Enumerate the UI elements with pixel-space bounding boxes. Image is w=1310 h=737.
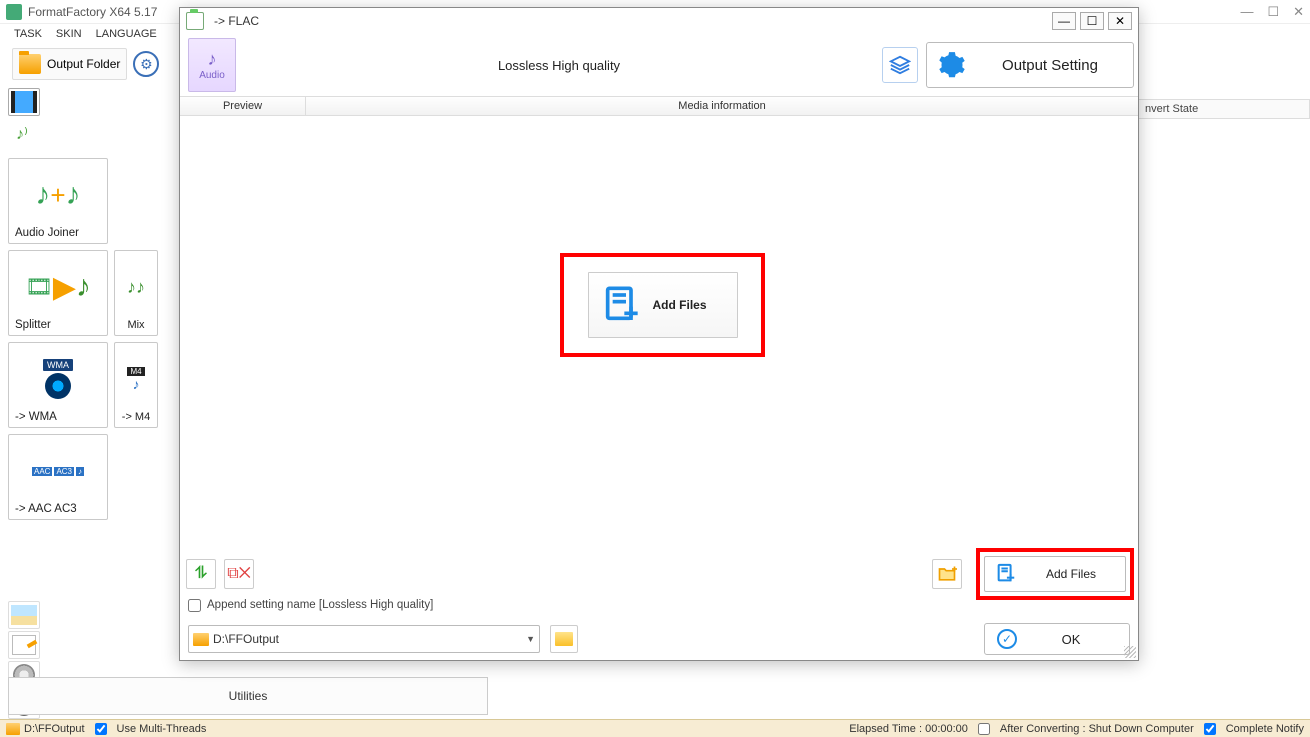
file-add-icon bbox=[601, 285, 641, 325]
m4-icon: M4♪ bbox=[127, 347, 144, 411]
status-path[interactable]: D:\FFOutput bbox=[24, 723, 85, 735]
sidebar-grid: ♪+♪ Audio Joiner 🎞▶♪ Splitter ♪♪ Mix WMA… bbox=[8, 158, 174, 520]
remove-icon: ⧉✕ bbox=[227, 565, 251, 583]
dialog-close-icon[interactable]: ✕ bbox=[1108, 12, 1132, 30]
after-converting-checkbox[interactable] bbox=[978, 723, 990, 735]
flac-dialog: -> FLAC — ☐ ✕ ♪ Audio Lossless High qual… bbox=[179, 7, 1139, 661]
folder-icon bbox=[6, 723, 20, 735]
after-converting-label: After Converting : Shut Down Computer bbox=[1000, 723, 1194, 735]
output-path-combo[interactable]: D:\FFOutput ▼ bbox=[188, 625, 540, 653]
file-add-icon bbox=[995, 563, 1017, 585]
audio-tile-label: Audio bbox=[199, 70, 225, 81]
minimize-icon[interactable]: — bbox=[1240, 4, 1253, 20]
append-setting-checkbox[interactable] bbox=[188, 599, 201, 612]
menu-task[interactable]: TASK bbox=[14, 28, 42, 40]
sidebar-item-label: -> WMA bbox=[13, 411, 57, 423]
append-setting-row: Append setting name [Lossless High quali… bbox=[180, 592, 1138, 618]
quality-label: Lossless High quality bbox=[244, 58, 874, 73]
col-preview[interactable]: Preview bbox=[180, 97, 306, 115]
browse-folder-button[interactable] bbox=[550, 625, 578, 653]
dialog-toolbar: ⥮ ⧉✕ Add Files bbox=[180, 556, 1138, 592]
audio-category-icon[interactable]: ♪⁾ bbox=[8, 120, 36, 148]
output-setting-label: Output Setting bbox=[977, 57, 1123, 74]
menu-skin[interactable]: SKIN bbox=[56, 28, 82, 40]
utilities-label: Utilities bbox=[229, 689, 268, 703]
add-files-center-button[interactable]: Add Files bbox=[588, 272, 738, 338]
multi-threads-label: Use Multi-Threads bbox=[117, 723, 207, 735]
swap-button[interactable]: ⥮ bbox=[186, 559, 216, 589]
sidebar-item-aac-ac3[interactable]: AAC AC3 ♪ -> AAC AC3 bbox=[8, 434, 108, 520]
dialog-maximize-icon[interactable]: ☐ bbox=[1080, 12, 1104, 30]
maximize-icon[interactable]: ☐ bbox=[1267, 4, 1279, 20]
left-sidebar: ♪⁾ ♪+♪ Audio Joiner 🎞▶♪ Splitter ♪♪ Mix … bbox=[0, 84, 178, 719]
output-folder-label: Output Folder bbox=[47, 57, 120, 71]
sidebar-item-splitter[interactable]: 🎞▶♪ Splitter bbox=[8, 250, 108, 336]
add-files-center-label: Add Files bbox=[653, 298, 707, 312]
dialog-header: ♪ Audio Lossless High quality Output Set… bbox=[180, 34, 1138, 96]
splitter-icon: 🎞▶♪ bbox=[25, 255, 91, 319]
menu-language[interactable]: LANGUAGE bbox=[96, 28, 157, 40]
sidebar-item-mix[interactable]: ♪♪ Mix bbox=[114, 250, 158, 336]
add-files-label: Add Files bbox=[1027, 567, 1115, 581]
add-files-highlight: Add Files bbox=[560, 253, 765, 357]
complete-notify-label: Complete Notify bbox=[1226, 723, 1304, 735]
dialog-body: Add Files bbox=[180, 116, 1138, 556]
category-row bbox=[8, 88, 174, 116]
ok-label: OK bbox=[1025, 632, 1117, 647]
output-setting-button[interactable]: Output Setting bbox=[926, 42, 1134, 88]
output-path-text: D:\FFOutput bbox=[213, 632, 522, 646]
convert-state-label: nvert State bbox=[1145, 103, 1198, 115]
sidebar-item-label: Audio Joiner bbox=[13, 227, 79, 239]
close-icon[interactable]: ✕ bbox=[1293, 4, 1304, 20]
complete-notify-checkbox[interactable] bbox=[1204, 723, 1216, 735]
resize-grip-icon[interactable] bbox=[1124, 646, 1136, 658]
folder-icon bbox=[555, 632, 573, 646]
sidebar-item-label: Splitter bbox=[13, 319, 51, 331]
dialog-title: -> FLAC bbox=[210, 14, 1046, 28]
document-category-icon[interactable] bbox=[8, 631, 40, 659]
add-files-button[interactable]: Add Files bbox=[984, 556, 1126, 592]
convert-state-column: nvert State bbox=[1138, 99, 1310, 119]
sidebar-item-label: -> AAC AC3 bbox=[13, 503, 77, 515]
video-category-icon[interactable] bbox=[8, 88, 40, 116]
dialog-titlebar: -> FLAC — ☐ ✕ bbox=[180, 8, 1138, 34]
joiner-icon: ♪+♪ bbox=[35, 163, 80, 227]
aac-icon: AAC AC3 ♪ bbox=[31, 439, 85, 503]
multi-threads-checkbox[interactable] bbox=[95, 723, 107, 735]
sidebar-item-label: -> M4 bbox=[122, 411, 150, 423]
append-setting-label: Append setting name [Lossless High quali… bbox=[207, 599, 433, 611]
statusbar: D:\FFOutput Use Multi-Threads Elapsed Ti… bbox=[0, 719, 1310, 737]
settings-gear-icon[interactable]: ⚙ bbox=[133, 51, 159, 77]
sidebar-item-wma[interactable]: WMA -> WMA bbox=[8, 342, 108, 428]
ok-button[interactable]: ✓ OK bbox=[984, 623, 1130, 655]
elapsed-time: Elapsed Time : 00:00:00 bbox=[849, 723, 968, 735]
dialog-minimize-icon[interactable]: — bbox=[1052, 12, 1076, 30]
gear-icon bbox=[937, 50, 967, 80]
add-folder-button[interactable] bbox=[932, 559, 962, 589]
swap-icon: ⥮ bbox=[195, 565, 207, 583]
column-headers: Preview Media information bbox=[180, 96, 1138, 116]
sidebar-item-m4[interactable]: M4♪ -> M4 bbox=[114, 342, 158, 428]
utilities-bar[interactable]: Utilities bbox=[8, 677, 488, 715]
remove-button[interactable]: ⧉✕ bbox=[224, 559, 254, 589]
col-media-info[interactable]: Media information bbox=[306, 97, 1138, 115]
output-folder-button[interactable]: Output Folder bbox=[12, 48, 127, 80]
app-logo-icon bbox=[6, 4, 22, 20]
check-icon: ✓ bbox=[997, 629, 1017, 649]
folder-icon bbox=[19, 54, 41, 74]
dialog-logo-icon bbox=[186, 12, 204, 30]
mix-icon: ♪♪ bbox=[127, 255, 145, 319]
window-controls: — ☐ ✕ bbox=[1240, 4, 1304, 20]
picture-category-icon[interactable] bbox=[8, 601, 40, 629]
layers-button[interactable] bbox=[882, 47, 918, 83]
sidebar-item-label: Mix bbox=[127, 319, 144, 331]
audio-tile-icon: ♪ Audio bbox=[188, 38, 236, 92]
folder-icon bbox=[193, 633, 209, 646]
chevron-down-icon: ▼ bbox=[526, 634, 535, 644]
wma-icon: WMA bbox=[43, 347, 73, 411]
dialog-bottom-row: D:\FFOutput ▼ ✓ OK bbox=[180, 618, 1138, 660]
sidebar-item-audio-joiner[interactable]: ♪+♪ Audio Joiner bbox=[8, 158, 108, 244]
